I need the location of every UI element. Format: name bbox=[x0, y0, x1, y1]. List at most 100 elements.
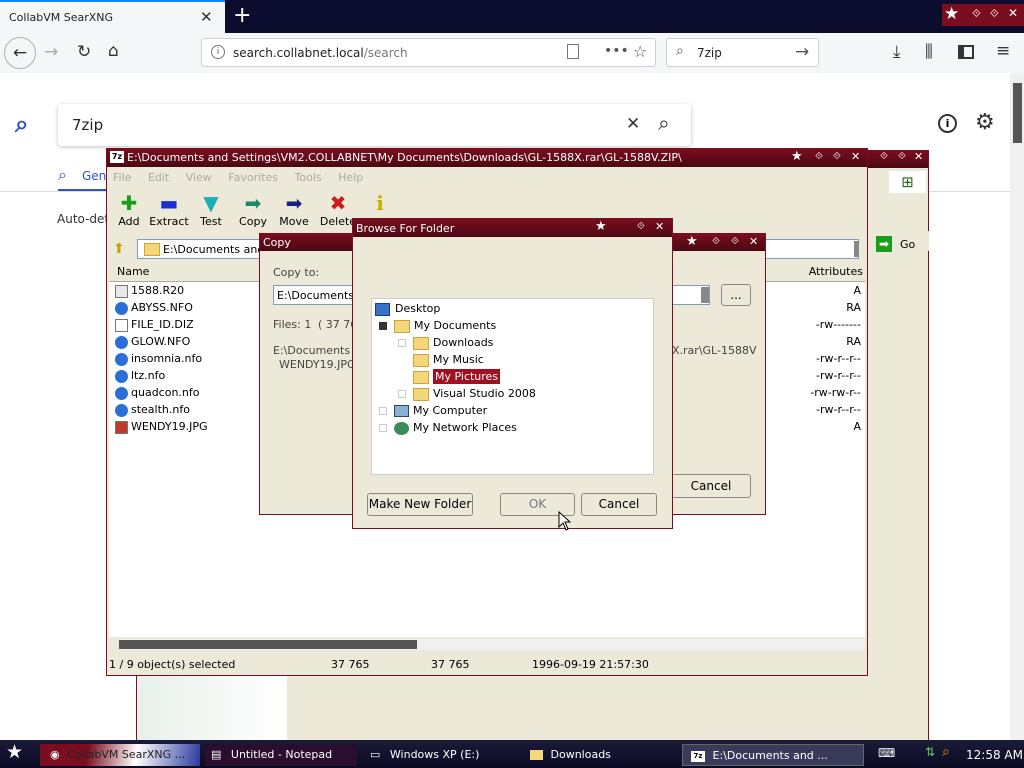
menu-view[interactable]: View bbox=[186, 171, 212, 184]
new-tab-button[interactable]: + bbox=[233, 3, 251, 28]
search-bar[interactable]: ⌕ 7zip → bbox=[666, 38, 819, 67]
menu-edit[interactable]: Edit bbox=[148, 171, 169, 184]
test-button[interactable]: ▼ Test bbox=[191, 191, 231, 228]
search-tray-icon[interactable]: ⌕ bbox=[942, 744, 950, 760]
menu-favorites[interactable]: Favorites bbox=[228, 171, 278, 184]
searxng-query[interactable]: 7zip bbox=[72, 116, 103, 134]
searxng-search-box[interactable]: 7zip ✕ ⌕ bbox=[58, 104, 691, 146]
close-icon[interactable]: ✕ bbox=[914, 150, 923, 163]
close-icon[interactable]: ✕ bbox=[749, 235, 758, 248]
info-button[interactable]: i bbox=[360, 191, 400, 215]
horizontal-scrollbar-thumb[interactable] bbox=[119, 640, 417, 649]
list-item[interactable]: ABYSS.NFO bbox=[115, 301, 275, 318]
page-scrollbar-thumb[interactable] bbox=[1013, 83, 1022, 143]
back-button[interactable]: ← bbox=[4, 37, 36, 69]
list-item[interactable]: 1588.R20 bbox=[115, 284, 275, 301]
menu-tools[interactable]: Tools bbox=[295, 171, 322, 184]
browser-tab[interactable]: CollabVM SearXNG ✕ bbox=[0, 0, 225, 33]
tree-item-visual-studio[interactable]: Visual Studio 2008 bbox=[398, 387, 536, 401]
sevenzip-titlebar[interactable]: 7z E:\Documents and Settings\VM2.COLLABN… bbox=[107, 149, 867, 167]
move-button[interactable]: ➡ Move bbox=[274, 191, 314, 228]
tree-item-my-computer[interactable]: My Computer bbox=[379, 404, 487, 417]
add-button[interactable]: ✚ Add bbox=[109, 191, 149, 228]
menu-icon[interactable]: ≡ bbox=[996, 41, 1010, 61]
bookmark-star-icon[interactable]: ☆ bbox=[633, 42, 647, 61]
minimize-icon[interactable]: ⟐ bbox=[712, 236, 720, 247]
settings-gear-icon[interactable]: ⚙ bbox=[975, 110, 995, 135]
info-icon[interactable]: i bbox=[211, 45, 225, 59]
tree-item-my-pictures[interactable]: My Pictures bbox=[413, 369, 501, 384]
folder-tree[interactable]: Desktop My Documents Downloads My Music … bbox=[371, 298, 654, 475]
sidebar-icon[interactable] bbox=[958, 45, 974, 59]
search-icon[interactable]: ⌕ bbox=[658, 111, 670, 136]
keyboard-icon[interactable]: ⌨ bbox=[878, 746, 895, 760]
expand-icon[interactable] bbox=[398, 390, 406, 398]
minimize-icon[interactable]: ⟐ bbox=[880, 151, 888, 162]
maximize-icon[interactable]: ⟐ bbox=[731, 236, 739, 247]
search-go-icon[interactable]: → bbox=[795, 42, 809, 62]
close-icon[interactable]: ✕ bbox=[851, 150, 860, 163]
taskbar-item-notepad[interactable]: ▤ Untitled - Notepad bbox=[205, 744, 357, 766]
taskbar-item-7zip[interactable]: 7z E:\Documents and ... bbox=[682, 744, 864, 766]
tree-item-my-music[interactable]: My Music bbox=[413, 353, 484, 367]
list-item[interactable]: insomnia.nfo bbox=[115, 352, 275, 369]
expand-icon[interactable] bbox=[379, 424, 387, 432]
up-folder-icon[interactable]: ⬆ bbox=[113, 241, 129, 257]
tree-item-network-places[interactable]: My Network Places bbox=[379, 421, 517, 435]
taskbar-item-drive[interactable]: ▭ Windows XP (E:) bbox=[364, 744, 516, 766]
column-name[interactable]: Name bbox=[117, 265, 149, 278]
browse-dialog-titlebar[interactable]: Browse For Folder ★ ⟐ ✕ bbox=[353, 219, 672, 237]
tab-general[interactable]: Gen bbox=[82, 169, 106, 183]
taskbar-item-downloads[interactable]: Downloads bbox=[524, 744, 676, 766]
list-item[interactable]: ltz.nfo bbox=[115, 369, 275, 386]
copy-to-dropdown[interactable] bbox=[701, 287, 709, 303]
searxng-logo-icon[interactable]: ⌕ bbox=[15, 110, 28, 138]
expand-icon[interactable] bbox=[379, 407, 387, 415]
minimize-icon[interactable]: ⟐ bbox=[815, 151, 823, 162]
maximize-icon[interactable]: ⟐ bbox=[833, 151, 841, 162]
url-bar[interactable]: i search.collabnet.local/search ••• ☆ bbox=[201, 38, 656, 67]
reader-view-icon[interactable] bbox=[567, 44, 579, 59]
home-button[interactable]: ⌂ bbox=[108, 41, 119, 61]
page-scrollbar[interactable] bbox=[1010, 73, 1024, 740]
list-item[interactable]: quadcon.nfo bbox=[115, 386, 275, 403]
extract-button[interactable]: ▬ Extract bbox=[149, 191, 189, 228]
minimize-icon[interactable]: ⟐ bbox=[972, 7, 981, 21]
expand-icon[interactable] bbox=[398, 339, 406, 347]
browse-button[interactable]: ... bbox=[721, 284, 751, 306]
start-star-icon[interactable]: ★ bbox=[6, 741, 23, 763]
maximize-icon[interactable]: ⟐ bbox=[637, 221, 645, 232]
list-item[interactable]: WENDY19.JPG bbox=[115, 420, 275, 437]
copy-cancel-button[interactable]: Cancel bbox=[671, 474, 751, 498]
tab-close-icon[interactable]: ✕ bbox=[200, 8, 213, 26]
page-actions-icon[interactable]: ••• bbox=[604, 43, 629, 59]
list-item[interactable]: stealth.nfo bbox=[115, 403, 275, 420]
column-attributes[interactable]: Attributes bbox=[809, 265, 863, 278]
list-item[interactable]: FILE_ID.DIZ bbox=[115, 318, 275, 335]
library-icon[interactable]: ⫼ bbox=[925, 42, 933, 62]
maximize-icon[interactable]: ⟐ bbox=[898, 151, 906, 162]
browse-cancel-button[interactable]: Cancel bbox=[581, 493, 657, 516]
network-tray-icon[interactable]: ⇅ bbox=[925, 745, 935, 759]
tree-item-downloads[interactable]: Downloads bbox=[398, 336, 493, 350]
close-icon[interactable]: ✕ bbox=[1008, 6, 1018, 20]
path-dropdown[interactable] bbox=[854, 241, 859, 257]
maximize-icon[interactable]: ⟐ bbox=[990, 7, 999, 21]
clear-icon[interactable]: ✕ bbox=[626, 114, 640, 134]
downloads-icon[interactable]: ⤓ bbox=[893, 42, 901, 62]
reload-button[interactable]: ↻ bbox=[77, 42, 91, 62]
list-item[interactable]: GLOW.NFO bbox=[115, 335, 275, 352]
go-area[interactable]: ➡ Go bbox=[876, 235, 924, 255]
taskbar-item-firefox[interactable]: ◉ CollabVM SearXNG ... bbox=[40, 744, 200, 766]
forward-button[interactable]: → bbox=[44, 42, 58, 62]
horizontal-scrollbar[interactable] bbox=[119, 639, 865, 650]
tree-item-desktop[interactable]: Desktop bbox=[375, 302, 440, 316]
tree-item-my-documents[interactable]: My Documents bbox=[379, 319, 496, 333]
close-icon[interactable]: ✕ bbox=[655, 220, 664, 233]
menu-file[interactable]: File bbox=[113, 171, 131, 184]
info-icon[interactable]: i bbox=[938, 114, 957, 133]
menu-help[interactable]: Help bbox=[338, 171, 363, 184]
copy-button[interactable]: ➡ Copy bbox=[233, 191, 273, 228]
make-new-folder-button[interactable]: Make New Folder bbox=[367, 493, 473, 516]
expand-icon[interactable] bbox=[379, 322, 387, 330]
